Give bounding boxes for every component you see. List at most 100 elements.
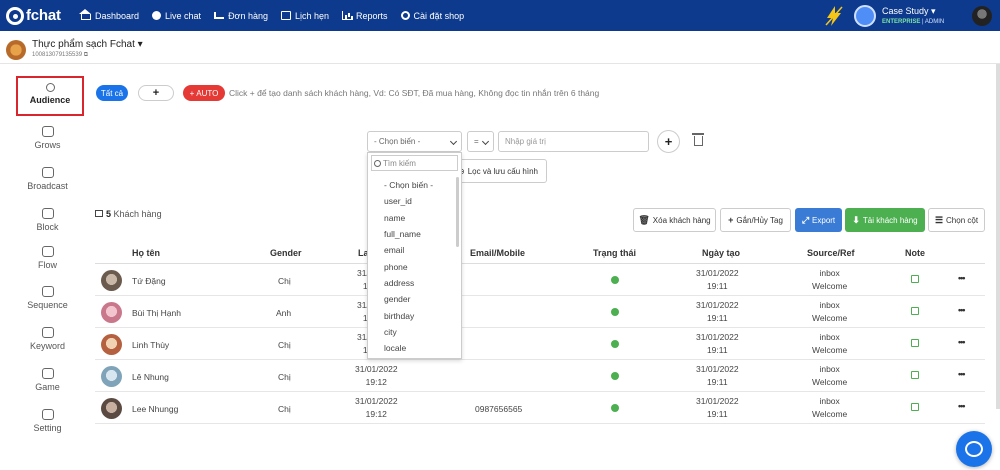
- shop-selector[interactable]: Thực phẩm sạch Fchat ▾: [32, 39, 143, 50]
- note-icon[interactable]: [911, 403, 919, 411]
- sidebar-item-audience[interactable]: Audience: [16, 76, 84, 116]
- note-icon[interactable]: [911, 275, 919, 283]
- sidebar-item-keyword[interactable]: Keyword: [0, 327, 95, 351]
- tag-button[interactable]: + Gắn/Hủy Tag: [720, 208, 791, 232]
- shop-avatar[interactable]: [6, 40, 26, 60]
- table-row[interactable]: Lee Nhungg Chị 31/01/2022 19:12 098765656…: [95, 392, 985, 424]
- note-icon[interactable]: [911, 307, 919, 315]
- dropdown-search-input[interactable]: Tìm kiếm: [371, 155, 458, 171]
- customer-email: 0987656565: [475, 404, 523, 414]
- avatar[interactable]: [972, 5, 992, 26]
- dropdown-option[interactable]: phone: [368, 258, 461, 274]
- gear-icon: [41, 409, 54, 420]
- sidebar-item-sequence[interactable]: Sequence: [0, 286, 95, 310]
- dropdown-option[interactable]: city: [368, 324, 461, 340]
- nav-reports[interactable]: Reports: [342, 11, 388, 21]
- dropdown-option[interactable]: birthday: [368, 307, 461, 323]
- column-header-note[interactable]: Note: [905, 248, 925, 258]
- sidebar-item-flow[interactable]: Flow: [0, 246, 95, 270]
- sidebar-item-label: Flow: [37, 260, 57, 270]
- more-options-icon[interactable]: •••: [958, 369, 966, 379]
- dropdown-option[interactable]: locale: [368, 340, 461, 356]
- filter-all-chip[interactable]: Tất cả: [96, 85, 128, 101]
- dropdown-option[interactable]: email: [368, 242, 461, 258]
- more-options-icon[interactable]: •••: [958, 401, 966, 411]
- created-at: 31/01/2022 19:11: [696, 300, 739, 323]
- column-header-source[interactable]: Source/Ref: [807, 248, 855, 258]
- nav-shop-settings[interactable]: Cài đặt shop: [400, 11, 464, 21]
- filter-hint: Click + để tạo danh sách khách hàng, Vd:…: [229, 88, 600, 98]
- store-icon[interactable]: [854, 4, 876, 27]
- account-menu[interactable]: Case Study ▾ ENTERPRISE | ADMIN: [882, 6, 972, 25]
- sidebar-item-grows[interactable]: Grows: [0, 126, 95, 150]
- dropdown-option[interactable]: address: [368, 275, 461, 291]
- add-filter-button[interactable]: +: [138, 85, 174, 101]
- column-header-name[interactable]: Họ tên: [132, 248, 160, 258]
- created-at: 31/01/2022 19:11: [696, 332, 739, 355]
- choose-columns-button[interactable]: ☰ Chọn cột: [928, 208, 985, 232]
- page-scrollbar[interactable]: [996, 64, 1000, 409]
- column-header-email[interactable]: Email/Mobile: [470, 248, 525, 258]
- trash-icon[interactable]: [692, 133, 704, 146]
- chat-support-button[interactable]: [956, 431, 992, 467]
- avatar: [101, 398, 122, 419]
- table-row[interactable]: Bùi Thị Hạnh Anh 31/0 1 31/01/2022 19:11 i…: [95, 296, 985, 328]
- table-row[interactable]: Linh Thùy Chị 31/0 1 31/01/2022 19:11 inbo…: [95, 328, 985, 360]
- calendar-check-icon: [41, 286, 54, 297]
- column-header-status[interactable]: Trạng thái: [593, 248, 636, 258]
- nav-live-chat[interactable]: Live chat: [152, 11, 201, 21]
- sidebar-item-setting[interactable]: Setting: [0, 409, 95, 433]
- note-icon[interactable]: [911, 339, 919, 347]
- dropdown-option[interactable]: name: [368, 210, 461, 226]
- flow-icon: [41, 246, 54, 257]
- column-header-created[interactable]: Ngày tạo: [702, 248, 740, 258]
- nav-appointments[interactable]: Lịch hẹn: [281, 11, 329, 21]
- dropdown-option[interactable]: gender: [368, 291, 461, 307]
- user-icon: [45, 83, 55, 92]
- dropdown-option[interactable]: user_id: [368, 193, 461, 209]
- sidebar-item-label: Audience: [29, 95, 71, 105]
- logo-text: fchat: [26, 7, 61, 24]
- operator-select[interactable]: =: [467, 131, 494, 152]
- download-customers-button[interactable]: ⬇ Tải khách hàng: [845, 208, 925, 232]
- more-options-icon[interactable]: •••: [958, 337, 966, 347]
- status-check-icon: [611, 308, 619, 316]
- status-check-icon: [611, 372, 619, 380]
- fchat-logo[interactable]: fchat: [6, 6, 68, 25]
- shop-bar: Thực phẩm sạch Fchat ▾ 100813079135539 ⧉: [0, 31, 1000, 64]
- value-input[interactable]: Nhập giá trị: [498, 131, 649, 152]
- sidebar-item-broadcast[interactable]: Broadcast: [0, 167, 95, 191]
- nav-orders[interactable]: Đơn hàng: [214, 11, 268, 21]
- table-row[interactable]: Tứ Đặng Chị 31/0 1 31/01/2022 19:11 inbox W…: [95, 264, 985, 296]
- note-icon[interactable]: [911, 371, 919, 379]
- lightning-icon[interactable]: [824, 5, 844, 27]
- add-condition-button[interactable]: +: [657, 130, 680, 153]
- table-row[interactable]: Lê Nhung Chị 31/01/2022 19:12 31/01/2022 1…: [95, 360, 985, 392]
- dropdown-scrollbar[interactable]: [456, 177, 459, 247]
- more-options-icon[interactable]: •••: [958, 305, 966, 315]
- nav-label: Đơn hàng: [228, 10, 268, 21]
- dropdown-option[interactable]: - Chọn biến -: [368, 177, 461, 193]
- customer-name[interactable]: Bùi Thị Hạnh: [132, 308, 181, 318]
- variable-select[interactable]: - Chọn biến -: [367, 131, 462, 152]
- sidebar-item-game[interactable]: Game: [0, 368, 95, 392]
- more-options-icon[interactable]: •••: [958, 273, 966, 283]
- filter-save-button[interactable]: ⊖ Lọc và lưu cấu hình: [454, 159, 547, 183]
- export-button[interactable]: ⤢ Export: [795, 208, 842, 232]
- chat-icon: [152, 11, 162, 20]
- block-icon: [41, 208, 54, 219]
- customer-name[interactable]: Lê Nhung: [132, 372, 169, 382]
- column-header-gender[interactable]: Gender: [270, 248, 302, 258]
- list-icon: [95, 210, 103, 217]
- sidebar-item-label: Block: [36, 222, 59, 232]
- customer-name[interactable]: Linh Thùy: [132, 340, 169, 350]
- nav-dashboard[interactable]: Dashboard: [79, 8, 139, 21]
- auto-filter-button[interactable]: + AUTO: [183, 85, 225, 101]
- delete-customers-button[interactable]: 🗑 Xóa khách hàng: [633, 208, 716, 232]
- customer-name[interactable]: Tứ Đặng: [132, 276, 166, 286]
- customer-name[interactable]: Lee Nhungg: [132, 404, 178, 414]
- sidebar-item-block[interactable]: Block: [0, 208, 95, 232]
- chevron-down-icon: [449, 137, 458, 146]
- avatar: [101, 366, 122, 387]
- dropdown-option[interactable]: full_name: [368, 226, 461, 242]
